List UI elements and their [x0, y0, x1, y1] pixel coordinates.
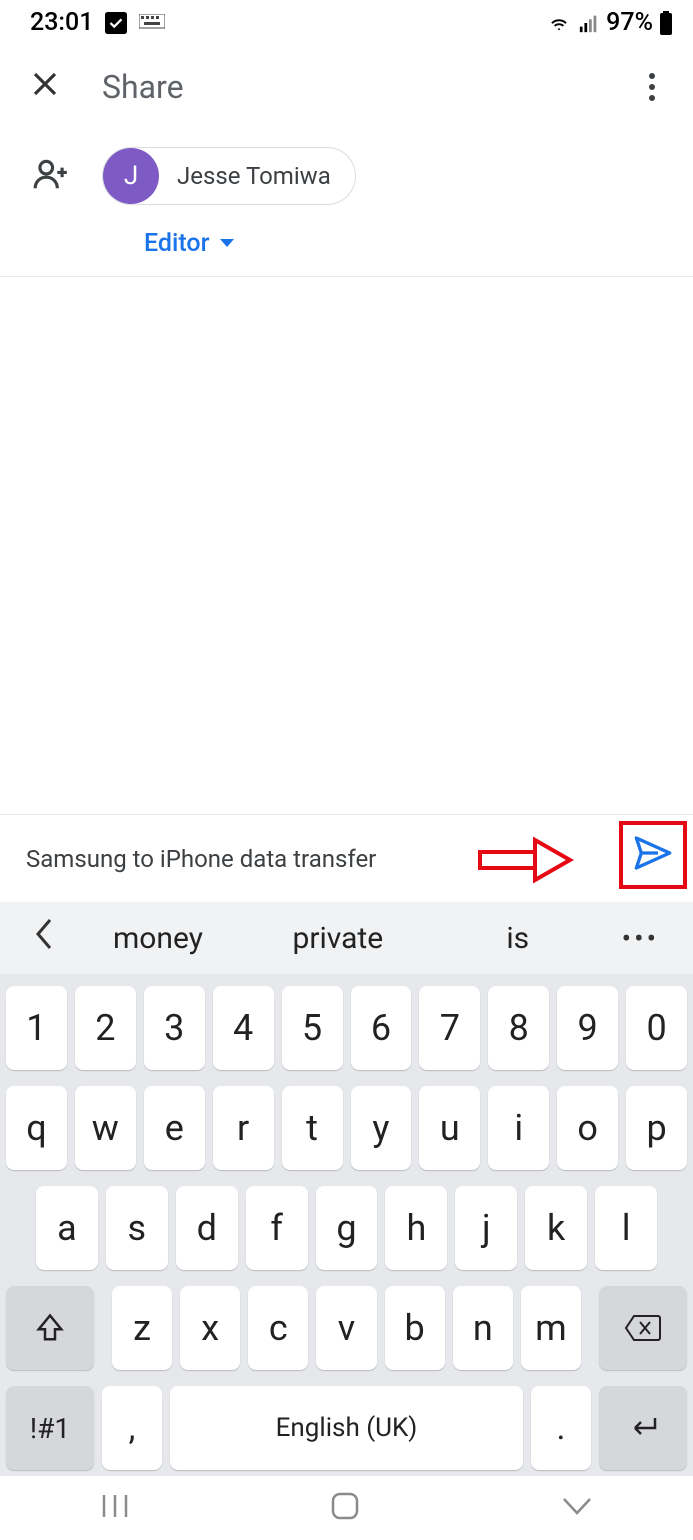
avatar: J [103, 148, 159, 204]
key-symbols[interactable]: !#1 [6, 1386, 94, 1470]
battery-icon [659, 11, 673, 35]
battery-percent: 97% [606, 8, 653, 37]
key-enter[interactable] [599, 1386, 687, 1470]
key-4[interactable]: 4 [213, 986, 274, 1070]
key-u[interactable]: u [419, 1086, 480, 1170]
key-m[interactable]: m [521, 1286, 581, 1370]
key-j[interactable]: j [455, 1186, 517, 1270]
key-5[interactable]: 5 [282, 986, 343, 1070]
keyboard-indicator-icon [139, 14, 165, 32]
header: Share [0, 41, 693, 129]
more-options-button[interactable] [641, 65, 663, 109]
key-i[interactable]: i [488, 1086, 549, 1170]
key-6[interactable]: 6 [351, 986, 412, 1070]
page-title: Share [102, 68, 641, 106]
suggestion-3[interactable]: is [428, 921, 608, 956]
key-n[interactable]: n [453, 1286, 513, 1370]
key-2[interactable]: 2 [75, 986, 136, 1070]
key-w[interactable]: w [75, 1086, 136, 1170]
key-k[interactable]: k [525, 1186, 587, 1270]
wifi-icon [546, 12, 572, 34]
contact-chip[interactable]: J Jesse Tomiwa [102, 147, 356, 205]
key-comma[interactable]: , [102, 1386, 162, 1470]
key-space[interactable]: English (UK) [170, 1386, 523, 1470]
contact-name: Jesse Tomiwa [177, 162, 331, 190]
key-o[interactable]: o [557, 1086, 618, 1170]
key-1[interactable]: 1 [6, 986, 67, 1070]
key-s[interactable]: s [106, 1186, 168, 1270]
key-c[interactable]: c [248, 1286, 308, 1370]
key-h[interactable]: h [385, 1186, 447, 1270]
add-person-button[interactable] [30, 155, 72, 197]
send-button[interactable] [619, 821, 687, 889]
key-shift[interactable] [6, 1286, 94, 1370]
close-button[interactable] [30, 66, 60, 108]
key-8[interactable]: 8 [488, 986, 549, 1070]
keyboard: 1234567890 qwertyuiop asdfghjkl zxcvbnm … [0, 974, 693, 1476]
key-e[interactable]: e [144, 1086, 205, 1170]
key-z[interactable]: z [112, 1286, 172, 1370]
suggestion-bar: money private is ••• [0, 902, 693, 974]
checkbox-icon [105, 12, 127, 34]
nav-back-button[interactable] [521, 1486, 633, 1530]
permission-label: Editor [144, 229, 209, 258]
status-time: 23:01 [30, 8, 93, 37]
key-t[interactable]: t [282, 1086, 343, 1170]
person-row: J Jesse Tomiwa [0, 129, 693, 215]
annotation-arrow-icon [475, 835, 575, 889]
nav-bar [0, 1476, 693, 1540]
message-input[interactable]: Samsung to iPhone data transfer [26, 845, 673, 873]
suggestion-more-button[interactable]: ••• [608, 922, 673, 955]
key-9[interactable]: 9 [557, 986, 618, 1070]
message-bar: Samsung to iPhone data transfer [0, 814, 693, 902]
key-r[interactable]: r [213, 1086, 274, 1170]
key-7[interactable]: 7 [419, 986, 480, 1070]
key-f[interactable]: f [246, 1186, 308, 1270]
suggestion-1[interactable]: money [68, 921, 248, 956]
permission-dropdown[interactable]: Editor [0, 215, 693, 276]
key-b[interactable]: b [385, 1286, 445, 1370]
key-d[interactable]: d [176, 1186, 238, 1270]
key-a[interactable]: a [36, 1186, 98, 1270]
key-backspace[interactable] [599, 1286, 687, 1370]
key-q[interactable]: q [6, 1086, 67, 1170]
key-x[interactable]: x [180, 1286, 240, 1370]
divider [0, 276, 693, 277]
key-l[interactable]: l [595, 1186, 657, 1270]
key-p[interactable]: p [626, 1086, 687, 1170]
suggestion-back-button[interactable] [20, 917, 68, 959]
status-bar: 23:01 97% [0, 0, 693, 41]
key-y[interactable]: y [351, 1086, 412, 1170]
key-g[interactable]: g [316, 1186, 378, 1270]
key-0[interactable]: 0 [626, 986, 687, 1070]
nav-recent-button[interactable] [60, 1483, 170, 1533]
nav-home-button[interactable] [290, 1481, 400, 1535]
caret-down-icon [219, 234, 235, 253]
suggestion-2[interactable]: private [248, 921, 428, 956]
key-3[interactable]: 3 [144, 986, 205, 1070]
signal-icon [578, 12, 600, 34]
key-period[interactable]: . [531, 1386, 591, 1470]
key-v[interactable]: v [316, 1286, 376, 1370]
